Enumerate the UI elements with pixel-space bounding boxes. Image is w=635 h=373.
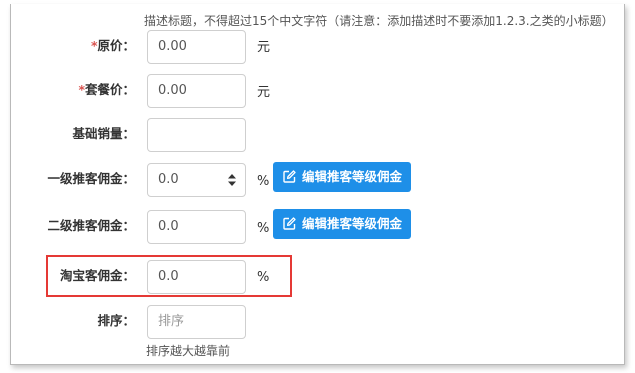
package-price-input[interactable]: 0.00: [147, 74, 246, 108]
level1-commission-label: 一级推客佣金：: [47, 171, 135, 186]
level1-commission-unit: %: [257, 174, 270, 189]
sort-input[interactable]: 排序: [147, 305, 246, 339]
edit-level2-commission-label: 编辑推客等级佣金: [302, 216, 403, 231]
level2-commission-unit: %: [257, 221, 270, 236]
level2-commission-label: 二级推客佣金：: [47, 218, 135, 233]
spinner-icon[interactable]: [227, 173, 237, 187]
base-sales-label: 基础销量：: [72, 126, 135, 141]
sort-label: 排序：: [97, 313, 135, 328]
base-sales-input[interactable]: [147, 118, 246, 152]
package-price-unit: 元: [257, 85, 271, 100]
original-price-label: *原价：: [90, 38, 135, 53]
edit-icon: [283, 217, 296, 230]
level1-commission-input[interactable]: 0.0: [147, 163, 246, 197]
original-price-unit: 元: [257, 40, 271, 55]
package-price-label: *套餐价：: [78, 82, 135, 97]
sort-hint: 排序越大越靠前: [146, 344, 231, 358]
original-price-input[interactable]: 0.00: [147, 30, 246, 64]
title-hint: 描述标题，不得超过15个中文字符（请注意：添加描述时不要添加1.2.3.之类的小…: [144, 14, 614, 28]
edit-level2-commission-button[interactable]: 编辑推客等级佣金: [273, 209, 411, 239]
edit-icon: [283, 170, 296, 183]
highlight-box: [46, 255, 292, 297]
form-panel: 描述标题，不得超过15个中文字符（请注意：添加描述时不要添加1.2.3.之类的小…: [10, 4, 625, 365]
level1-commission-value: 0.0: [158, 172, 179, 187]
edit-level1-commission-button[interactable]: 编辑推客等级佣金: [273, 162, 411, 192]
edit-level1-commission-label: 编辑推客等级佣金: [302, 169, 403, 184]
level2-commission-input[interactable]: 0.0: [147, 210, 246, 244]
